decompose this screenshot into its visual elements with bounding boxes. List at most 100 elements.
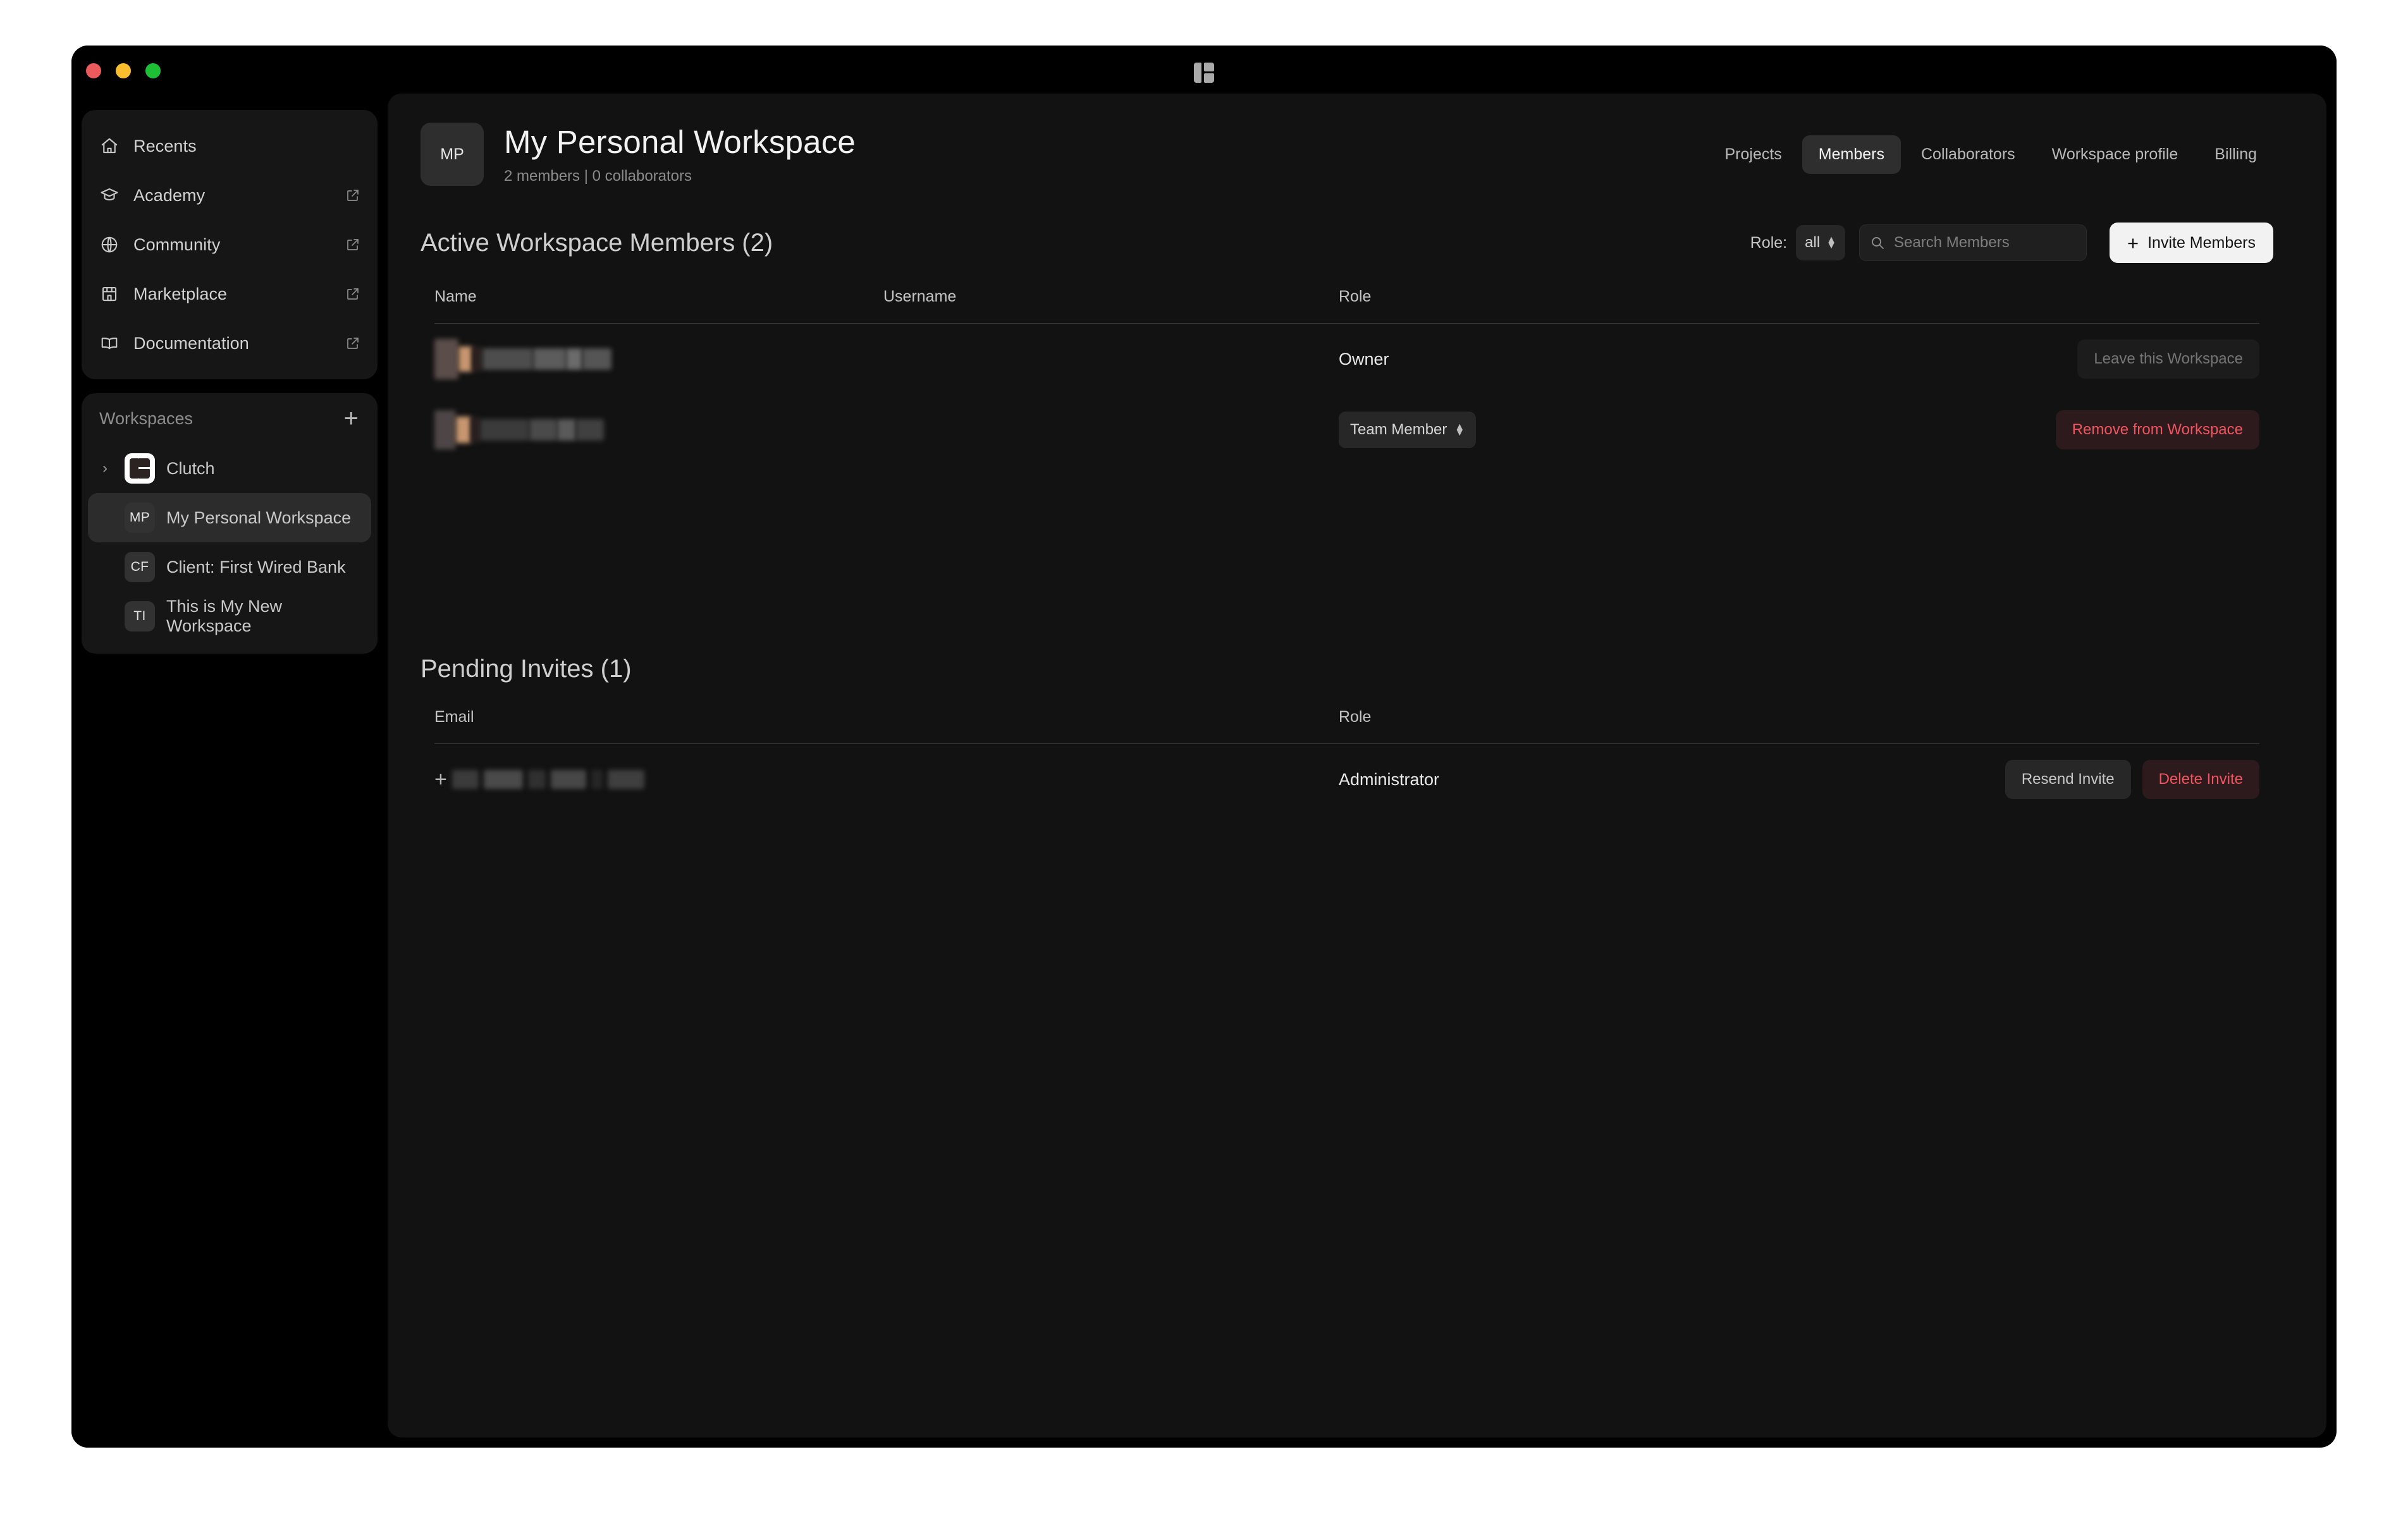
- column-header-username: Username: [883, 288, 957, 305]
- sidebar-nav-card: Recents Academy Community Marketplace Do…: [82, 110, 378, 379]
- member-name-redacted: [434, 339, 883, 379]
- external-link-icon[interactable]: [345, 236, 361, 253]
- external-link-icon[interactable]: [345, 335, 361, 351]
- leave-this-workspace-button[interactable]: Leave this Workspace: [2077, 339, 2259, 379]
- workspace-label: Clutch: [166, 458, 215, 478]
- search-icon: [1870, 235, 1885, 250]
- sidebar-item-label: Community: [133, 235, 221, 254]
- workspace-label: This is My New Workspace: [166, 597, 283, 635]
- sidebar: Recents Academy Community Marketplace Do…: [71, 94, 388, 1448]
- table-row: + Administrator Resend Invite Delete Inv…: [434, 744, 2259, 815]
- sidebar-item-documentation[interactable]: Documentation: [82, 319, 378, 368]
- clutch-logo-icon: [1194, 63, 1214, 83]
- invite-role: Administrator: [1339, 769, 1440, 789]
- column-header-role: Role: [1339, 288, 1372, 305]
- workspace-header-text: My Personal Workspace 2 members | 0 coll…: [504, 123, 1708, 185]
- member-role: Owner: [1339, 349, 1389, 369]
- external-link-icon[interactable]: [345, 286, 361, 302]
- column-header-role: Role: [1339, 708, 1372, 726]
- workspace-label: My Personal Workspace: [166, 508, 352, 527]
- remove-from-workspace-button[interactable]: Remove from Workspace: [2055, 410, 2259, 449]
- workspaces-header: Workspaces +: [82, 393, 378, 444]
- sidebar-item-recents[interactable]: Recents: [82, 121, 378, 171]
- invite-members-button[interactable]: + Invite Members: [2110, 223, 2273, 263]
- sidebar-workspace-client-first-wired-bank[interactable]: › CF Client: First Wired Bank: [88, 542, 371, 592]
- sidebar-item-label: Academy: [133, 185, 206, 205]
- graduation-cap-icon: [99, 185, 120, 205]
- tab-collaborators[interactable]: Collaborators: [1905, 135, 2032, 174]
- role-filter-select[interactable]: all ▲ ▼: [1796, 225, 1845, 260]
- minimize-window-button[interactable]: [116, 63, 131, 78]
- pending-invites-title: Pending Invites (1): [421, 655, 632, 683]
- chevron-placeholder-icon: ›: [97, 558, 113, 576]
- pending-invites-table: Email Role + Administrator Resend Invite…: [421, 708, 2273, 815]
- chevron-placeholder-icon: ›: [97, 607, 113, 625]
- plus-icon: +: [434, 767, 447, 791]
- sidebar-item-marketplace[interactable]: Marketplace: [82, 269, 378, 319]
- invite-members-label: Invite Members: [2147, 233, 2256, 252]
- globe-icon: [99, 235, 120, 255]
- members-toolbar: Active Workspace Members (2) Role: all ▲…: [388, 186, 2326, 263]
- chevron-placeholder-icon: ›: [97, 509, 113, 527]
- tab-workspace-profile[interactable]: Workspace profile: [2036, 135, 2195, 174]
- workspace-avatar: CF: [125, 552, 155, 582]
- workspace-header: MP My Personal Workspace 2 members | 0 c…: [388, 94, 2326, 186]
- sidebar-workspace-my-personal-workspace[interactable]: › MP My Personal Workspace: [88, 493, 371, 542]
- external-link-icon[interactable]: [345, 187, 361, 204]
- invite-email-redacted: +: [434, 767, 1339, 791]
- stepper-chevrons-icon: ▲ ▼: [1826, 235, 1836, 251]
- search-members-placeholder: Search Members: [1894, 234, 2010, 251]
- tab-billing[interactable]: Billing: [2198, 135, 2273, 174]
- delete-invite-button[interactable]: Delete Invite: [2142, 760, 2259, 799]
- workspace-avatar: MP: [421, 123, 484, 186]
- role-filter: Role: all ▲ ▼: [1750, 225, 1845, 260]
- page-title: My Personal Workspace: [504, 124, 856, 160]
- members-table: Name Username Role Owner Leave this Work…: [421, 288, 2273, 465]
- sidebar-workspaces-card: Workspaces + › Clutch › MP My Personal W…: [82, 393, 378, 654]
- workspace-subtitle: 2 members | 0 collaborators: [504, 168, 692, 185]
- tab-projects[interactable]: Projects: [1708, 135, 1798, 174]
- storefront-icon: [99, 284, 120, 304]
- sidebar-workspace-clutch[interactable]: › Clutch: [88, 444, 371, 493]
- window-titlebar: [71, 46, 2337, 94]
- sidebar-workspace-this-is-my-new-workspace[interactable]: › TI This is My New Workspace: [88, 592, 371, 641]
- member-name-redacted: [434, 410, 883, 449]
- table-row: Team Member ▲ ▼ Remove from Workspace: [434, 394, 2259, 465]
- column-header-name: Name: [434, 288, 477, 305]
- resend-invite-button[interactable]: Resend Invite: [2005, 760, 2131, 799]
- members-table-header: Name Username Role: [434, 288, 2259, 324]
- workspace-avatar: TI: [125, 601, 155, 632]
- active-members-title: Active Workspace Members (2): [421, 228, 773, 257]
- window-body: Recents Academy Community Marketplace Do…: [71, 94, 2337, 1448]
- search-members-input[interactable]: Search Members: [1859, 224, 2087, 261]
- sidebar-item-academy[interactable]: Academy: [82, 171, 378, 220]
- sidebar-item-community[interactable]: Community: [82, 220, 378, 269]
- stepper-chevrons-icon: ▲ ▼: [1454, 422, 1465, 438]
- member-role-value: Team Member: [1350, 421, 1447, 438]
- member-role-cell: Team Member ▲ ▼: [1339, 412, 1905, 448]
- book-open-icon: [99, 333, 120, 353]
- workspace-avatar: MP: [125, 503, 155, 533]
- role-filter-value: all: [1805, 234, 1821, 251]
- member-role-select[interactable]: Team Member ▲ ▼: [1339, 412, 1477, 448]
- traffic-lights: [86, 63, 161, 78]
- column-header-email: Email: [434, 708, 474, 726]
- tab-members[interactable]: Members: [1802, 135, 1901, 174]
- app-window: Recents Academy Community Marketplace Do…: [71, 46, 2337, 1448]
- home-icon: [99, 136, 120, 156]
- add-workspace-button[interactable]: +: [344, 406, 359, 431]
- role-filter-label: Role:: [1750, 233, 1788, 252]
- close-window-button[interactable]: [86, 63, 101, 78]
- clutch-workspace-logo-icon: [125, 453, 155, 484]
- workspace-tabs: Projects Members Collaborators Workspace…: [1708, 135, 2273, 174]
- pending-invites-section: Pending Invites (1) Email Role + Adminis…: [388, 655, 2326, 815]
- chevron-right-icon[interactable]: ›: [97, 460, 113, 477]
- main-panel: MP My Personal Workspace 2 members | 0 c…: [388, 94, 2326, 1437]
- workspace-label: Client: First Wired Bank: [166, 557, 346, 577]
- workspaces-title: Workspaces: [99, 408, 194, 428]
- table-row: Owner Leave this Workspace: [434, 324, 2259, 394]
- sidebar-item-label: Documentation: [133, 333, 249, 353]
- maximize-window-button[interactable]: [145, 63, 161, 78]
- sidebar-item-label: Marketplace: [133, 284, 228, 303]
- plus-icon: +: [2127, 231, 2139, 254]
